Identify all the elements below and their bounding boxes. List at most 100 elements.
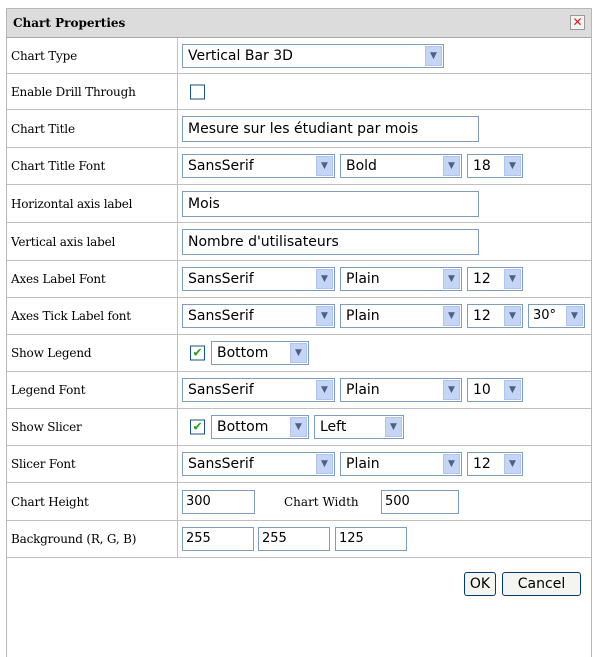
chevron-down-icon: ▼ <box>504 380 521 400</box>
tick-font-size-value: 12 <box>473 308 491 324</box>
slicer-align-value: Left <box>320 419 347 435</box>
legend-font-family-select[interactable]: SansSerif ▼ <box>182 378 335 402</box>
title-font-family-select[interactable]: SansSerif ▼ <box>182 154 335 178</box>
chevron-down-icon: ▼ <box>504 269 521 289</box>
slicer-font-family-select[interactable]: SansSerif ▼ <box>182 452 335 476</box>
chevron-down-icon: ▼ <box>316 306 333 326</box>
dialog-titlebar: Chart Properties ✕ <box>7 8 591 38</box>
show-slicer-label: Show Slicer <box>7 409 178 445</box>
row-legend-font: Legend Font SansSerif ▼ Plain ▼ 10 ▼ <box>7 372 591 409</box>
show-slicer-checkbox[interactable]: ✔ <box>190 419 205 435</box>
slicer-align-select[interactable]: Left ▼ <box>314 415 404 439</box>
title-font-style-value: Bold <box>346 158 377 174</box>
chevron-down-icon: ▼ <box>504 454 521 474</box>
h-axis-label-input[interactable]: Mois <box>182 190 479 217</box>
row-axes-tick-font: Axes Tick Label font SansSerif ▼ Plain ▼… <box>7 298 591 335</box>
chart-type-select[interactable]: Vertical Bar 3D ▼ <box>182 43 444 68</box>
chevron-down-icon: ▼ <box>443 454 460 474</box>
chart-title-input[interactable]: Mesure sur les étudiant par mois <box>182 115 479 142</box>
row-chart-title-font: Chart Title Font SansSerif ▼ Bold ▼ 18 ▼ <box>7 148 591 185</box>
drill-through-checkbox[interactable] <box>190 84 205 99</box>
chevron-down-icon: ▼ <box>566 306 583 326</box>
axes-font-family-select[interactable]: SansSerif ▼ <box>182 267 335 291</box>
tick-angle-select[interactable]: 30° ▼ <box>528 304 585 328</box>
row-v-axis-label: Vertical axis label Nombre d'utilisateur… <box>7 223 591 261</box>
row-background: Background (R, G, B) 255 255 125 <box>7 521 591 558</box>
legend-position-value: Bottom <box>217 345 269 361</box>
close-icon[interactable]: ✕ <box>570 15 585 30</box>
checkmark-icon: ✔ <box>192 419 203 434</box>
chevron-down-icon: ▼ <box>316 454 333 474</box>
row-slicer-font: Slicer Font SansSerif ▼ Plain ▼ 12 ▼ <box>7 446 591 483</box>
row-chart-type: Chart Type Vertical Bar 3D ▼ <box>7 38 591 74</box>
legend-font-family-value: SansSerif <box>188 382 254 398</box>
title-font-family-value: SansSerif <box>188 158 254 174</box>
ok-button[interactable]: OK <box>464 572 496 596</box>
chart-height-input[interactable]: 300 <box>182 489 255 514</box>
slicer-position-select[interactable]: Bottom ▼ <box>211 415 309 439</box>
background-g-input[interactable]: 255 <box>258 527 330 551</box>
chevron-down-icon: ▼ <box>443 306 460 326</box>
chart-width-input[interactable]: 500 <box>381 489 459 514</box>
chevron-down-icon: ▼ <box>316 269 333 289</box>
legend-font-style-select[interactable]: Plain ▼ <box>340 378 462 402</box>
cancel-button[interactable]: Cancel <box>502 572 581 596</box>
chevron-down-icon: ▼ <box>504 156 521 176</box>
v-axis-label-label: Vertical axis label <box>7 223 178 260</box>
row-show-slicer: Show Slicer ✔ Bottom ▼ Left ▼ <box>7 409 591 446</box>
chevron-down-icon: ▼ <box>385 417 402 437</box>
legend-font-size-select[interactable]: 10 ▼ <box>467 378 523 402</box>
slicer-font-family-value: SansSerif <box>188 456 254 472</box>
axes-font-size-select[interactable]: 12 ▼ <box>467 267 523 291</box>
axes-label-font-label: Axes Label Font <box>7 261 178 297</box>
tick-font-family-select[interactable]: SansSerif ▼ <box>182 304 335 328</box>
drill-through-label: Enable Drill Through <box>7 74 178 109</box>
title-font-size-value: 18 <box>473 158 491 174</box>
row-chart-title: Chart Title Mesure sur les étudiant par … <box>7 110 591 148</box>
row-axes-label-font: Axes Label Font SansSerif ▼ Plain ▼ 12 ▼ <box>7 261 591 298</box>
show-legend-label: Show Legend <box>7 335 178 371</box>
title-font-style-select[interactable]: Bold ▼ <box>340 154 462 178</box>
chart-width-label: Chart Width <box>284 494 359 509</box>
legend-position-select[interactable]: Bottom ▼ <box>211 341 309 365</box>
v-axis-label-input[interactable]: Nombre d'utilisateurs <box>182 228 479 255</box>
chevron-down-icon: ▼ <box>290 343 307 363</box>
slicer-font-size-select[interactable]: 12 ▼ <box>467 452 523 476</box>
legend-font-style-value: Plain <box>346 382 380 398</box>
tick-font-style-select[interactable]: Plain ▼ <box>340 304 462 328</box>
legend-font-label: Legend Font <box>7 372 178 408</box>
chart-type-value: Vertical Bar 3D <box>188 47 293 64</box>
h-axis-label-label: Horizontal axis label <box>7 185 178 222</box>
chevron-down-icon: ▼ <box>504 306 521 326</box>
title-font-size-select[interactable]: 18 ▼ <box>467 154 523 178</box>
chart-title-label: Chart Title <box>7 110 178 147</box>
checkmark-icon: ✔ <box>192 345 203 360</box>
legend-font-size-value: 10 <box>473 382 491 398</box>
axes-font-family-value: SansSerif <box>188 271 254 287</box>
slicer-font-label: Slicer Font <box>7 446 178 482</box>
tick-angle-value: 30° <box>533 308 557 323</box>
tick-font-size-select[interactable]: 12 ▼ <box>467 304 523 328</box>
axes-font-size-value: 12 <box>473 271 491 287</box>
background-b-input[interactable]: 125 <box>335 527 407 551</box>
row-h-axis-label: Horizontal axis label Mois <box>7 185 591 223</box>
chevron-down-icon: ▼ <box>316 156 333 176</box>
slicer-font-style-select[interactable]: Plain ▼ <box>340 452 462 476</box>
show-legend-checkbox[interactable]: ✔ <box>190 345 205 361</box>
chevron-down-icon: ▼ <box>316 380 333 400</box>
tick-font-family-value: SansSerif <box>188 308 254 324</box>
chevron-down-icon: ▼ <box>290 417 307 437</box>
chart-height-label: Chart Height <box>7 483 178 520</box>
chevron-down-icon: ▼ <box>443 269 460 289</box>
background-r-input[interactable]: 255 <box>182 527 254 551</box>
axes-font-style-select[interactable]: Plain ▼ <box>340 267 462 291</box>
dialog-title: Chart Properties <box>13 16 126 30</box>
chart-properties-dialog: Chart Properties ✕ Chart Type Vertical B… <box>6 8 592 657</box>
axes-font-style-value: Plain <box>346 271 380 287</box>
tick-font-style-value: Plain <box>346 308 380 324</box>
chevron-down-icon: ▼ <box>443 156 460 176</box>
chevron-down-icon: ▼ <box>443 380 460 400</box>
row-show-legend: Show Legend ✔ Bottom ▼ <box>7 335 591 372</box>
axes-tick-font-label: Axes Tick Label font <box>7 298 178 334</box>
chart-title-font-label: Chart Title Font <box>7 148 178 184</box>
